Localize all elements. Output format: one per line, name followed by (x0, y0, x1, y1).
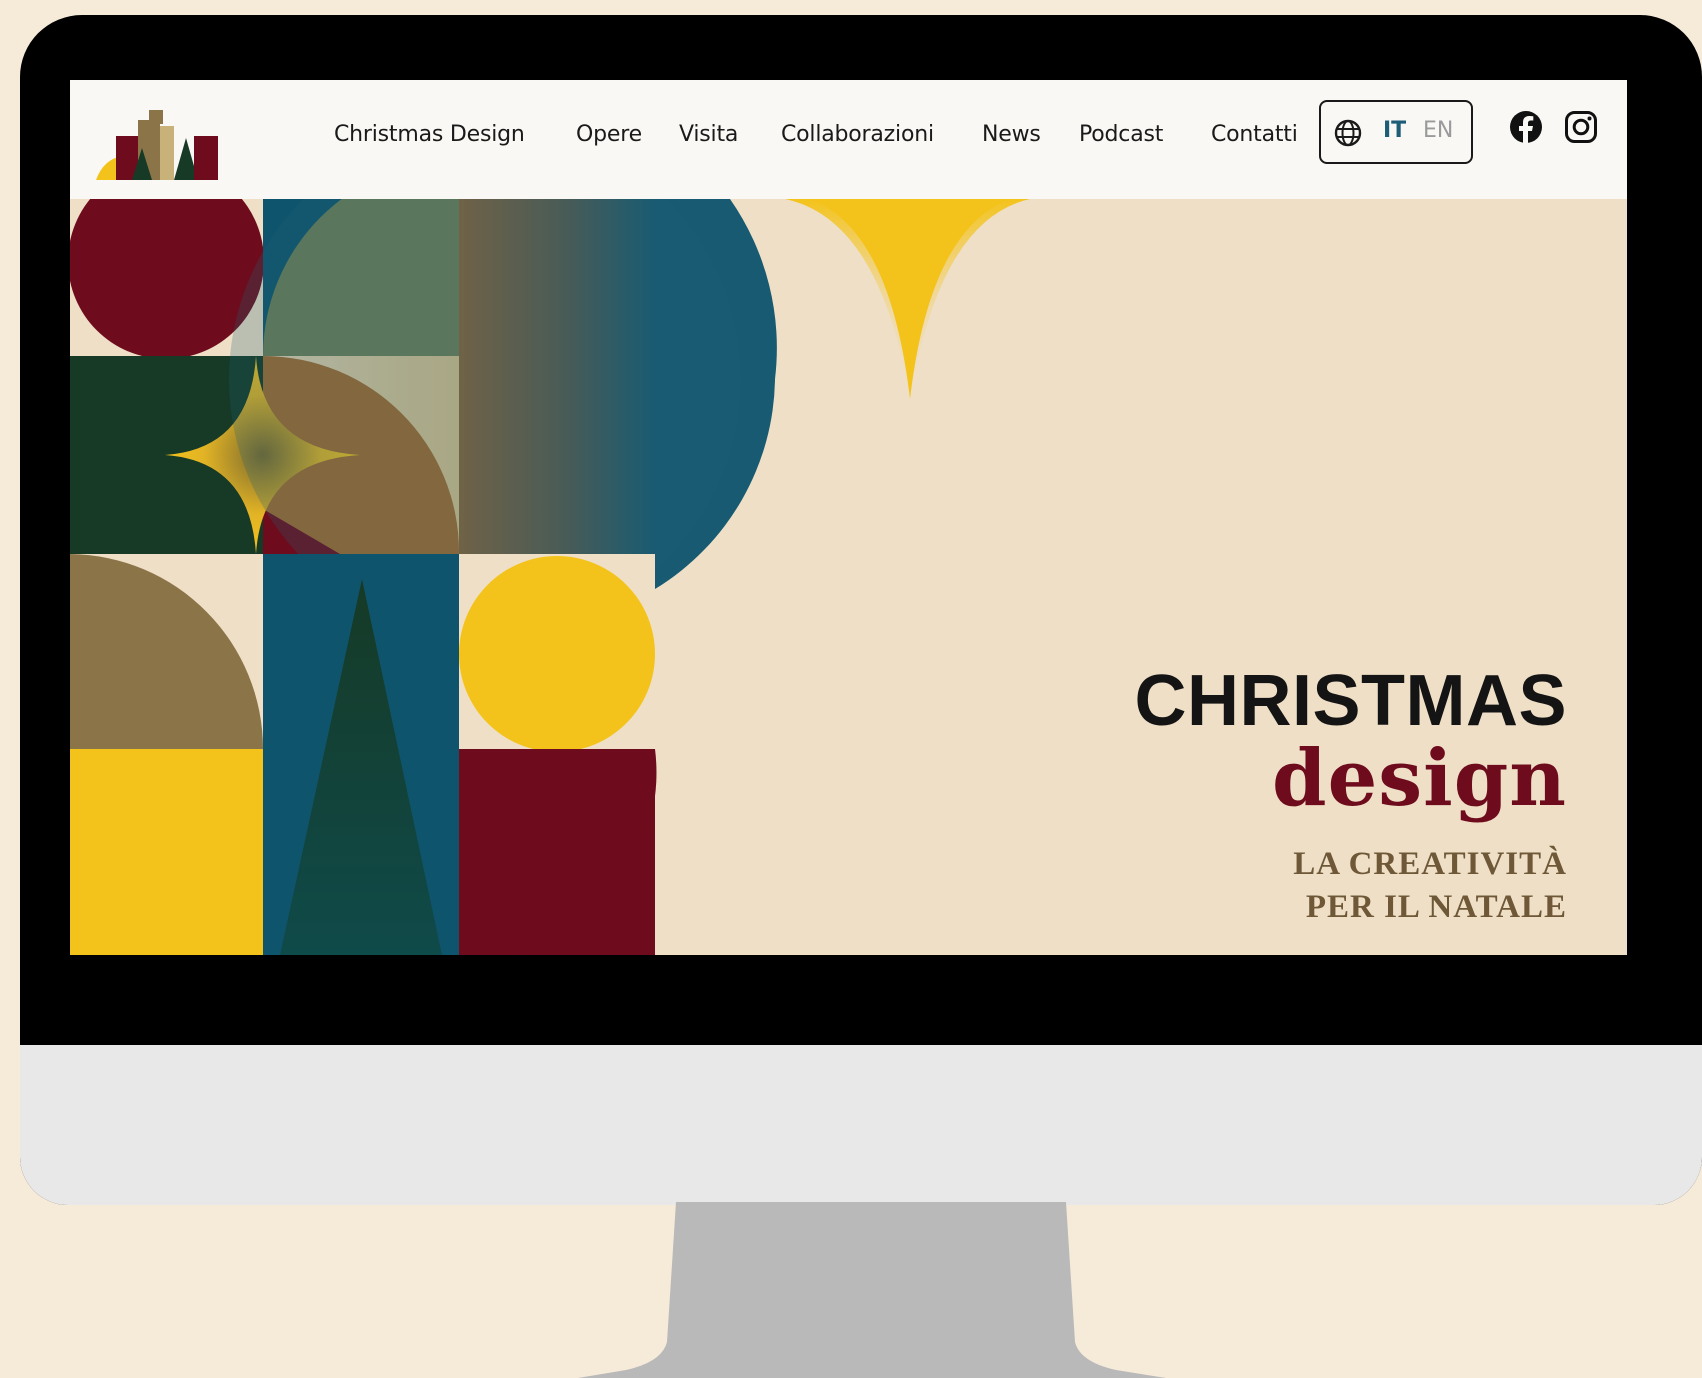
menu-item-podcast[interactable]: Podcast (1079, 122, 1163, 147)
menu-item-news[interactable]: News (982, 122, 1041, 147)
menu-item-collaborazioni[interactable]: Collaborazioni (781, 122, 934, 147)
instagram-icon[interactable] (1564, 110, 1598, 144)
top-navigation: Christmas Design Opere Visita Collaboraz… (70, 80, 1627, 199)
hero-subtitle-line1: LA CREATIVITÀ (1293, 846, 1567, 882)
monitor-stand (578, 1202, 1166, 1378)
menu-item-opere[interactable]: Opere (576, 122, 642, 147)
facebook-icon[interactable] (1509, 110, 1543, 144)
monitor-chin (20, 1045, 1702, 1205)
language-en-option[interactable]: EN (1423, 118, 1453, 143)
website-screen: Christmas Design Opere Visita Collaboraz… (70, 80, 1627, 955)
menu-item-contatti[interactable]: Contatti (1211, 122, 1298, 147)
hero-subtitle-line2: PER IL NATALE (1305, 889, 1567, 925)
menu-item-christmas-design[interactable]: Christmas Design (334, 122, 525, 147)
hero-title-design: design (1272, 733, 1567, 824)
site-logo[interactable] (94, 98, 226, 180)
language-it-option[interactable]: IT (1383, 118, 1406, 143)
menu-item-visita[interactable]: Visita (679, 122, 738, 147)
globe-icon (1334, 119, 1362, 147)
hero-geometric-artwork (70, 199, 1030, 955)
hero-title-christmas: CHRISTMAS (1134, 661, 1567, 741)
language-switcher[interactable]: IT EN (1319, 100, 1473, 164)
